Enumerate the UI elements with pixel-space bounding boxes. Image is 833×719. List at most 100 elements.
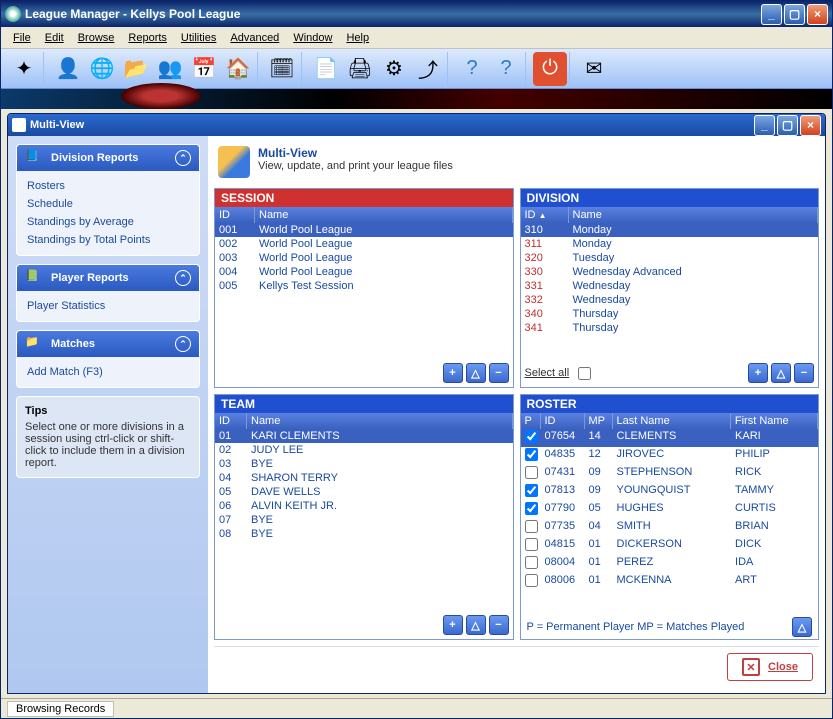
matches-header[interactable]: 📁 Matches ⌃	[17, 331, 199, 357]
table-row[interactable]: 001World Pool League	[215, 223, 513, 237]
permanent-checkbox[interactable]	[525, 466, 538, 479]
toolbar-calendar-icon[interactable]: 🗓	[265, 52, 299, 86]
session-remove-button[interactable]: −	[489, 363, 509, 383]
table-row[interactable]: 02JUDY LEE	[215, 443, 513, 457]
menu-browse[interactable]: Browse	[72, 30, 121, 46]
toolbar-gear-icon[interactable]: ⚙	[377, 52, 411, 86]
table-row[interactable]: 0483512JIROVECPHILIP	[521, 447, 819, 465]
session-edit-button[interactable]: △	[466, 363, 486, 383]
table-row[interactable]: 0800601MCKENNAART	[521, 573, 819, 591]
table-row[interactable]: 331Wednesday	[521, 279, 819, 293]
session-add-button[interactable]: +	[443, 363, 463, 383]
permanent-checkbox[interactable]	[525, 448, 538, 461]
toolbar-schedule-icon[interactable]: 📅	[187, 52, 221, 86]
table-row[interactable]: 0743109STEPHENSONRICK	[521, 465, 819, 483]
toolbar-person-icon[interactable]: 👤	[51, 52, 85, 86]
player-report-link[interactable]: Player Statistics	[27, 297, 189, 315]
table-row[interactable]: 002World Pool League	[215, 237, 513, 251]
toolbar-help2-icon[interactable]: ?	[489, 52, 523, 86]
table-row[interactable]: 03BYE	[215, 457, 513, 471]
table-row[interactable]: 341Thursday	[521, 321, 819, 335]
division-remove-button[interactable]: −	[794, 363, 814, 383]
toolbar-people-icon[interactable]: 👥	[153, 52, 187, 86]
team-add-button[interactable]: +	[443, 615, 463, 635]
menu-help[interactable]: Help	[340, 30, 375, 46]
toolbar-mail-icon[interactable]: ✉	[577, 52, 611, 86]
division-report-link[interactable]: Rosters	[27, 177, 189, 195]
session-col-id[interactable]: ID	[215, 207, 255, 223]
session-col-name[interactable]: Name	[255, 207, 513, 223]
table-row[interactable]: 01KARI CLEMENTS	[215, 429, 513, 443]
toolbar-home-icon[interactable]: 🏠	[221, 52, 255, 86]
table-row[interactable]: 330Wednesday Advanced	[521, 265, 819, 279]
table-row[interactable]: 04SHARON TERRY	[215, 471, 513, 485]
roster-edit-button[interactable]: △	[792, 617, 812, 637]
matches-link[interactable]: Add Match (F3)	[27, 363, 189, 381]
inner-close-button[interactable]: ×	[800, 115, 821, 136]
roster-col-id[interactable]: ID	[541, 413, 585, 429]
table-row[interactable]: 08BYE	[215, 527, 513, 541]
close-button[interactable]: ×	[807, 4, 828, 25]
inner-minimize-button[interactable]: _	[754, 115, 775, 136]
permanent-checkbox[interactable]	[525, 430, 538, 443]
table-row[interactable]: 332Wednesday	[521, 293, 819, 307]
permanent-checkbox[interactable]	[525, 484, 538, 497]
table-row[interactable]: 05DAVE WELLS	[215, 485, 513, 499]
table-row[interactable]: 0800401PEREZIDA	[521, 555, 819, 573]
menu-reports[interactable]: Reports	[122, 30, 173, 46]
team-col-name[interactable]: Name	[247, 413, 513, 429]
roster-col-p[interactable]: P	[521, 413, 541, 429]
permanent-checkbox[interactable]	[525, 502, 538, 515]
division-edit-button[interactable]: △	[771, 363, 791, 383]
toolbar-folder-icon[interactable]: 📂	[119, 52, 153, 86]
table-row[interactable]: 07BYE	[215, 513, 513, 527]
table-row[interactable]: 0773504SMITHBRIAN	[521, 519, 819, 537]
table-row[interactable]: 320Tuesday	[521, 251, 819, 265]
table-row[interactable]: 004World Pool League	[215, 265, 513, 279]
toolbar-help-icon[interactable]: ?	[455, 52, 489, 86]
toolbar-wizard-icon[interactable]: ✦	[7, 52, 41, 86]
menu-utilities[interactable]: Utilities	[175, 30, 222, 46]
player-reports-header[interactable]: 📗 Player Reports ⌃	[17, 265, 199, 291]
division-reports-header[interactable]: 📘 Division Reports ⌃	[17, 145, 199, 171]
minimize-button[interactable]: _	[761, 4, 782, 25]
table-row[interactable]: 0765414CLEMENTSKARI	[521, 429, 819, 447]
roster-col-mp[interactable]: MP	[585, 413, 613, 429]
toolbar-print-icon[interactable]: 🖨	[343, 52, 377, 86]
maximize-button[interactable]: ▢	[784, 4, 805, 25]
toolbar-note-icon[interactable]: 📄	[309, 52, 343, 86]
table-row[interactable]: 0481501DICKERSONDICK	[521, 537, 819, 555]
division-report-link[interactable]: Standings by Total Points	[27, 231, 189, 249]
division-col-id[interactable]: ID ▲	[521, 207, 569, 223]
permanent-checkbox[interactable]	[525, 556, 538, 569]
table-row[interactable]: 310Monday	[521, 223, 819, 237]
roster-col-fn[interactable]: First Name	[731, 413, 818, 429]
menu-window[interactable]: Window	[287, 30, 338, 46]
division-report-link[interactable]: Schedule	[27, 195, 189, 213]
division-col-name[interactable]: Name	[569, 207, 819, 223]
menu-advanced[interactable]: Advanced	[224, 30, 285, 46]
table-row[interactable]: 311Monday	[521, 237, 819, 251]
toolbar-globe-icon[interactable]: 🌐	[85, 52, 119, 86]
close-multiview-button[interactable]: ✕ Close	[727, 653, 813, 681]
table-row[interactable]: 06ALVIN KEITH JR.	[215, 499, 513, 513]
team-remove-button[interactable]: −	[489, 615, 509, 635]
table-row[interactable]: 0779005HUGHESCURTIS	[521, 501, 819, 519]
roster-col-ln[interactable]: Last Name	[613, 413, 731, 429]
permanent-checkbox[interactable]	[525, 574, 538, 587]
team-col-id[interactable]: ID	[215, 413, 247, 429]
toolbar-export-icon[interactable]: ⤴	[411, 52, 445, 86]
table-row[interactable]: 340Thursday	[521, 307, 819, 321]
toolbar-power-icon[interactable]: ⏻	[533, 52, 567, 86]
division-add-button[interactable]: +	[748, 363, 768, 383]
team-edit-button[interactable]: △	[466, 615, 486, 635]
select-all-checkbox[interactable]	[578, 367, 591, 380]
division-report-link[interactable]: Standings by Average	[27, 213, 189, 231]
table-row[interactable]: 005Kellys Test Session	[215, 279, 513, 293]
menu-edit[interactable]: Edit	[39, 30, 70, 46]
permanent-checkbox[interactable]	[525, 520, 538, 533]
permanent-checkbox[interactable]	[525, 538, 538, 551]
table-row[interactable]: 0781309YOUNGQUISTTAMMY	[521, 483, 819, 501]
menu-file[interactable]: File	[7, 30, 37, 46]
inner-maximize-button[interactable]: ▢	[777, 115, 798, 136]
